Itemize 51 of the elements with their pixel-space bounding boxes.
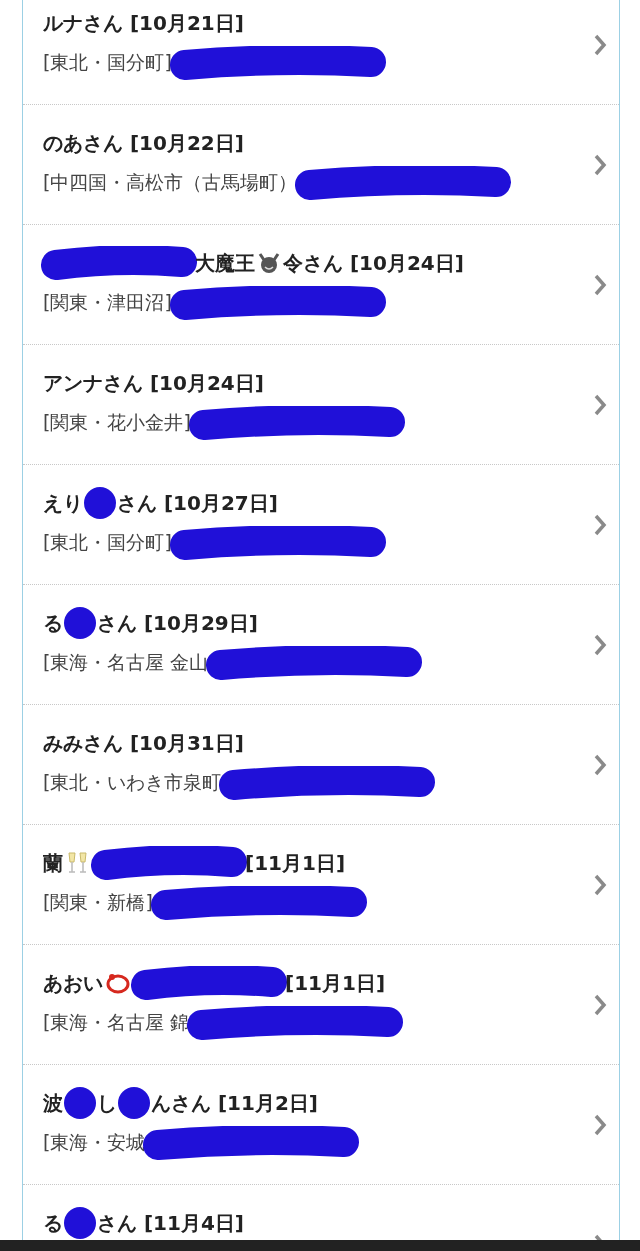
title-text: あおい bbox=[43, 969, 103, 997]
title-text: アンナさん [10月24日] bbox=[43, 369, 264, 397]
location-text: [東海・安城 bbox=[43, 1130, 146, 1155]
location-text: [東海・名古屋 錦 bbox=[43, 1010, 190, 1035]
title-text: [11月1日] bbox=[245, 849, 346, 877]
title-text: えり bbox=[43, 489, 83, 517]
title-text: 波 bbox=[43, 1089, 63, 1117]
chevron-right-icon bbox=[593, 752, 607, 777]
redaction-mark bbox=[64, 1087, 96, 1119]
location-text: [関東・花小金井] bbox=[43, 410, 191, 435]
chevron-right-icon bbox=[593, 32, 607, 57]
title-text: のあさん [10月22日] bbox=[43, 129, 244, 157]
title-text: し bbox=[97, 1089, 117, 1117]
title-text: 令さん [10月24日] bbox=[283, 249, 464, 277]
list-item[interactable]: る さん [10月29日] [東海・名古屋 金山 bbox=[23, 585, 619, 705]
title-text: [11月1日] bbox=[285, 969, 386, 997]
chevron-right-icon bbox=[593, 992, 607, 1017]
redaction-mark bbox=[64, 607, 96, 639]
chevron-right-icon bbox=[593, 512, 607, 537]
list-item[interactable]: えり さん [10月27日] [東北・国分町] bbox=[23, 465, 619, 585]
title-text: る bbox=[43, 1209, 63, 1237]
title-text: 蘭 bbox=[43, 849, 63, 877]
location-text: [東北・国分町] bbox=[43, 530, 172, 555]
title-text: さん [11月4日] bbox=[97, 1209, 244, 1237]
title-text: んさん [11月2日] bbox=[151, 1089, 318, 1117]
location-text: [中四国・高松市（古馬場町） bbox=[43, 170, 298, 195]
redaction-mark bbox=[84, 487, 116, 519]
devil-face-icon bbox=[257, 252, 281, 274]
title-text: ルナさん [10月21日] bbox=[43, 9, 244, 37]
title-text: る bbox=[43, 609, 63, 637]
list-item[interactable]: 蘭 [11月1日] [関東・新橋] bbox=[23, 825, 619, 945]
title-text: みみさん [10月31日] bbox=[43, 729, 244, 757]
list-item[interactable]: 波 し んさん [11月2日] [東海・安城 bbox=[23, 1065, 619, 1185]
chevron-right-icon bbox=[593, 392, 607, 417]
list-item[interactable]: あおい [11月1日] [東海・名古屋 錦 bbox=[23, 945, 619, 1065]
location-text: [東北・国分町] bbox=[43, 50, 172, 75]
location-text: [関東・新橋] bbox=[43, 890, 153, 915]
list-item[interactable]: のあさん [10月22日] [中四国・高松市（古馬場町） bbox=[23, 105, 619, 225]
title-text: さん [10月29日] bbox=[97, 609, 258, 637]
redaction-mark bbox=[64, 1207, 96, 1239]
list-item[interactable]: ルナさん [10月21日] [東北・国分町] bbox=[23, 0, 619, 105]
title-text: さん [10月27日] bbox=[117, 489, 278, 517]
chevron-right-icon bbox=[593, 1112, 607, 1137]
location-text: [東海・名古屋 金山 bbox=[43, 650, 209, 675]
chevron-right-icon bbox=[593, 272, 607, 297]
redaction-mark bbox=[118, 1087, 150, 1119]
chevron-right-icon bbox=[593, 872, 607, 897]
location-text: [関東・津田沼] bbox=[43, 290, 172, 315]
list-item[interactable]: アンナさん [10月24日] [関東・花小金井] bbox=[23, 345, 619, 465]
chevron-right-icon bbox=[593, 632, 607, 657]
chevron-right-icon bbox=[593, 152, 607, 177]
